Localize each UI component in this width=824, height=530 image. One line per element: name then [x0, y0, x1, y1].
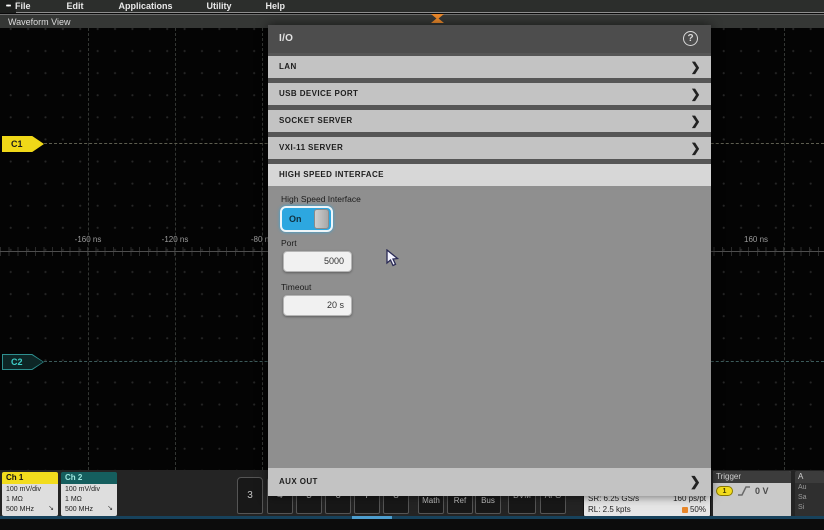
- chevron-right-icon: ❯: [691, 110, 701, 132]
- acquisition-badge-partial[interactable]: A Au Sa Si: [795, 471, 824, 517]
- dialog-item-aux-out[interactable]: AUX OUT ❯: [268, 468, 711, 496]
- trigger-badge[interactable]: Trigger 1 0 V: [713, 471, 791, 517]
- help-icon[interactable]: ?: [683, 31, 698, 46]
- chevron-right-icon: ❯: [691, 83, 701, 105]
- high-speed-interface-panel: [268, 186, 711, 468]
- io-dialog: I/O ? LAN ❯ USB DEVICE PORT ❯ SOCKET SER…: [268, 25, 711, 496]
- io-dialog-title: I/O: [268, 25, 711, 53]
- time-axis-label: -120 ns: [162, 235, 189, 244]
- menu-applications[interactable]: Applications: [115, 0, 177, 13]
- channel2-name: Ch 2: [61, 472, 117, 484]
- menu-file[interactable]: File: [11, 0, 35, 13]
- timeout-label: Timeout: [281, 282, 311, 292]
- chevron-right-icon: ❯: [691, 56, 701, 78]
- time-axis-label: 160 ns: [744, 235, 768, 244]
- button-label: Math: [419, 496, 443, 505]
- dialog-item-usb-device-port[interactable]: USB DEVICE PORT ❯: [268, 83, 711, 105]
- timeout-field[interactable]: 20 s: [283, 295, 352, 316]
- menu-utility[interactable]: Utility: [203, 0, 236, 13]
- dialog-item-high-speed-interface[interactable]: HIGH SPEED INTERFACE: [268, 164, 711, 186]
- dialog-item-socket-server[interactable]: SOCKET SERVER ❯: [268, 110, 711, 132]
- dialog-item-label: LAN: [279, 62, 297, 71]
- channel-settings-arrow-icon: ↘: [48, 504, 54, 514]
- trigger-title: Trigger: [713, 471, 791, 483]
- channel1-settings: 100 mV/div 1 MΩ 500 MHz ↘: [2, 484, 58, 516]
- channel1-badge[interactable]: Ch 1 100 mV/div 1 MΩ 500 MHz ↘: [2, 472, 58, 516]
- ch1-marker[interactable]: C1: [2, 136, 44, 152]
- port-label: Port: [281, 238, 297, 248]
- io-dialog-header[interactable]: I/O ?: [268, 25, 711, 53]
- horizontal-position: 50%: [690, 504, 706, 515]
- toggle-on-label: On: [289, 208, 302, 230]
- menu-help[interactable]: Help: [262, 0, 290, 13]
- channel-settings-arrow-icon: ↘: [107, 504, 113, 514]
- channel2-settings: 100 mV/div 1 MΩ 500 MHz ↘: [61, 484, 117, 516]
- time-axis-label: -160 ns: [75, 235, 102, 244]
- dialog-item-label: USB DEVICE PORT: [279, 89, 358, 98]
- channel2-badge[interactable]: Ch 2 100 mV/div 1 MΩ 500 MHz ↘: [61, 472, 117, 516]
- ch2-marker[interactable]: C2: [2, 354, 44, 370]
- chevron-right-icon: ❯: [691, 137, 701, 159]
- menu-edit[interactable]: Edit: [63, 0, 88, 13]
- dialog-item-lan[interactable]: LAN ❯: [268, 56, 711, 78]
- dialog-item-label: SOCKET SERVER: [279, 116, 353, 125]
- channel1-name: Ch 1: [2, 472, 58, 484]
- mouse-cursor: [386, 249, 401, 267]
- bottom-edge-strip: [0, 519, 824, 530]
- port-field[interactable]: 5000: [283, 251, 352, 272]
- acquisition-header: A: [795, 471, 824, 483]
- rising-edge-icon: [737, 486, 751, 496]
- add-channel-3-button[interactable]: 3: [237, 477, 263, 514]
- dialog-item-label: VXI-11 SERVER: [279, 143, 343, 152]
- acquisition-line: Au: [795, 483, 824, 493]
- trigger-level: 0 V: [755, 486, 769, 496]
- high-speed-interface-label: High Speed Interface: [281, 194, 361, 204]
- acquisition-line: Sa: [795, 493, 824, 503]
- acquisition-line: Si: [795, 503, 824, 513]
- ch2-marker-label: C2: [3, 355, 43, 369]
- channel1-scale: 100 mV/div: [6, 485, 58, 495]
- record-length: RL: 2.5 kpts: [588, 504, 631, 515]
- dialog-item-label: HIGH SPEED INTERFACE: [279, 170, 384, 179]
- trigger-source-pill: 1: [716, 486, 733, 496]
- menu-bar: ••• File Edit Applications Utility Help: [0, 0, 824, 13]
- channel2-scale: 100 mV/div: [65, 485, 117, 495]
- button-label: Ref: [448, 496, 472, 505]
- dialog-item-vxi11-server[interactable]: VXI-11 SERVER ❯: [268, 137, 711, 159]
- toggle-knob[interactable]: [314, 209, 329, 229]
- chevron-right-icon: ❯: [690, 468, 701, 496]
- trigger-position-icon: [682, 507, 688, 513]
- button-label: Bus: [476, 496, 500, 505]
- high-speed-interface-toggle[interactable]: On: [280, 206, 333, 232]
- dialog-item-label: AUX OUT: [279, 477, 318, 486]
